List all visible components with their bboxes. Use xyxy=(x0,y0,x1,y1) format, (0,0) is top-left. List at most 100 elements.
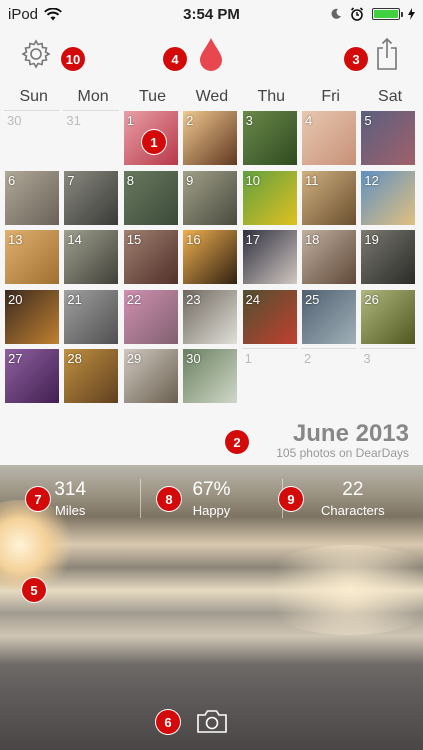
day-divider xyxy=(300,348,357,349)
stat-miles[interactable]: 314 Miles xyxy=(0,479,140,518)
day-number: 25 xyxy=(304,291,320,307)
calendar-day-photo[interactable]: 27 xyxy=(4,348,63,408)
annotation-badge: 10 xyxy=(61,47,85,71)
calendar-day-photo[interactable]: 15 xyxy=(123,229,182,289)
calendar-day-photo[interactable]: 12 xyxy=(360,170,419,230)
calendar-day-photo[interactable]: 25 xyxy=(301,289,360,349)
calendar-day-adjacent: 31 xyxy=(63,110,122,170)
weekday-label: Sat xyxy=(378,88,403,105)
calendar-day-photo[interactable]: 4 xyxy=(301,110,360,170)
day-number: 13 xyxy=(8,232,23,247)
calendar-day-photo[interactable]: 7 xyxy=(63,170,122,230)
mood-drop-icon[interactable] xyxy=(198,36,224,72)
day-number: 18 xyxy=(304,232,320,247)
calendar-grid: 30 31 1 2 3 4 5 6 7 8 9 10 11 12 13 14 15 16 17 18 19 20 21 22 2… xyxy=(4,110,420,408)
weekday-label: Wed xyxy=(195,88,229,105)
cover-photo-panel[interactable]: 314 Miles 67% Happy 22 Characters xyxy=(0,465,423,750)
day-number: 12 xyxy=(364,172,379,188)
status-bar: iPod 3:54 PM xyxy=(0,0,423,28)
calendar-day-photo[interactable]: 21 xyxy=(63,289,122,349)
camera-icon[interactable] xyxy=(196,708,228,734)
day-number: 1 xyxy=(244,351,252,366)
day-number: 5 xyxy=(364,113,372,128)
day-number: 10 xyxy=(245,172,261,188)
calendar-day-adjacent: 2 xyxy=(300,348,360,408)
calendar-day-photo[interactable]: 2 xyxy=(182,110,241,170)
weekday-label: Thu xyxy=(257,88,286,105)
calendar-day-photo[interactable]: 8 xyxy=(123,170,182,230)
weekday-header: Sun Mon Tue Wed Thu Fri Sat xyxy=(4,88,420,110)
day-number: 2 xyxy=(303,351,312,366)
annotation-badge: 4 xyxy=(163,47,187,71)
share-icon[interactable] xyxy=(374,36,400,72)
stat-value: 22 xyxy=(342,479,364,500)
day-number: 29 xyxy=(126,351,142,366)
settings-gear-icon[interactable] xyxy=(20,38,52,70)
annotation-badge: 6 xyxy=(156,710,180,734)
calendar-day-adjacent: 1 xyxy=(241,348,301,408)
calendar-day-photo[interactable]: 18 xyxy=(301,229,360,289)
status-time: 3:54 PM xyxy=(183,5,240,23)
stat-label: Miles xyxy=(54,503,86,518)
day-number: 2 xyxy=(186,113,194,128)
day-number: 23 xyxy=(186,291,201,307)
calendar-day-photo[interactable]: 28 xyxy=(63,348,122,408)
day-number: 4 xyxy=(304,113,313,128)
annotation-badge: 1 xyxy=(142,130,166,154)
cloud-glow xyxy=(250,545,423,635)
calendar-day-photo[interactable]: 19 xyxy=(360,229,419,289)
calendar-day-photo[interactable]: 22 xyxy=(123,289,182,349)
month-subtitle: 105 photos on DearDays xyxy=(276,446,409,460)
calendar-day-photo[interactable]: 11 xyxy=(301,170,360,230)
calendar-day-photo[interactable]: 20 xyxy=(4,289,63,349)
day-number: 21 xyxy=(67,291,82,307)
calendar-day-photo[interactable]: 13 xyxy=(4,229,63,289)
calendar-day-photo[interactable]: 10 xyxy=(242,170,301,230)
day-number: 3 xyxy=(245,113,253,128)
day-divider xyxy=(241,348,297,349)
day-number: 7 xyxy=(67,172,75,188)
day-number: 30 xyxy=(7,113,22,128)
stat-value: 314 xyxy=(54,479,87,500)
calendar-day-photo[interactable]: 29 xyxy=(123,348,182,408)
day-number: 22 xyxy=(126,291,142,307)
calendar-day-photo[interactable]: 6 xyxy=(4,170,63,230)
annotation-badge: 5 xyxy=(22,578,46,602)
day-number: 15 xyxy=(126,232,142,247)
stat-label: Characters xyxy=(321,503,385,518)
annotation-badge: 8 xyxy=(157,487,181,511)
day-divider xyxy=(63,110,119,111)
calendar-day-photo[interactable]: 26 xyxy=(360,289,419,349)
day-number: 8 xyxy=(126,172,135,188)
day-number: 28 xyxy=(67,351,82,366)
day-number: 17 xyxy=(245,232,261,247)
day-number: 27 xyxy=(8,351,23,366)
day-number: 14 xyxy=(67,232,82,247)
calendar-day-photo[interactable]: 16 xyxy=(182,229,241,289)
weekday-label: Fri xyxy=(321,88,340,105)
annotation-badge: 2 xyxy=(225,430,249,454)
day-number: 24 xyxy=(245,291,261,307)
calendar-day-photo[interactable]: 23 xyxy=(182,289,241,349)
calendar-day-photo[interactable]: 9 xyxy=(182,170,241,230)
calendar-day-photo[interactable]: 24 xyxy=(242,289,301,349)
calendar-day-photo[interactable]: 17 xyxy=(242,229,301,289)
day-number: 30 xyxy=(186,351,201,366)
month-title: June 2013 xyxy=(292,420,409,447)
calendar-day-photo[interactable]: 3 xyxy=(242,110,301,170)
day-number: 31 xyxy=(66,113,81,128)
annotation-badge: 9 xyxy=(279,487,303,511)
day-number: 6 xyxy=(8,172,16,188)
calendar-day-photo[interactable]: 30 xyxy=(182,348,241,408)
day-number: 11 xyxy=(304,172,319,188)
calendar-day-photo[interactable]: 5 xyxy=(360,110,419,170)
day-divider xyxy=(4,110,60,111)
annotation-badge: 7 xyxy=(26,487,50,511)
day-number: 9 xyxy=(186,172,194,188)
weekday-label: Mon xyxy=(77,88,109,105)
weekday-label: Tue xyxy=(138,88,166,105)
day-number: 19 xyxy=(364,232,379,247)
day-number: 26 xyxy=(364,291,379,307)
calendar-day-photo[interactable]: 14 xyxy=(63,229,122,289)
day-divider xyxy=(360,348,416,349)
